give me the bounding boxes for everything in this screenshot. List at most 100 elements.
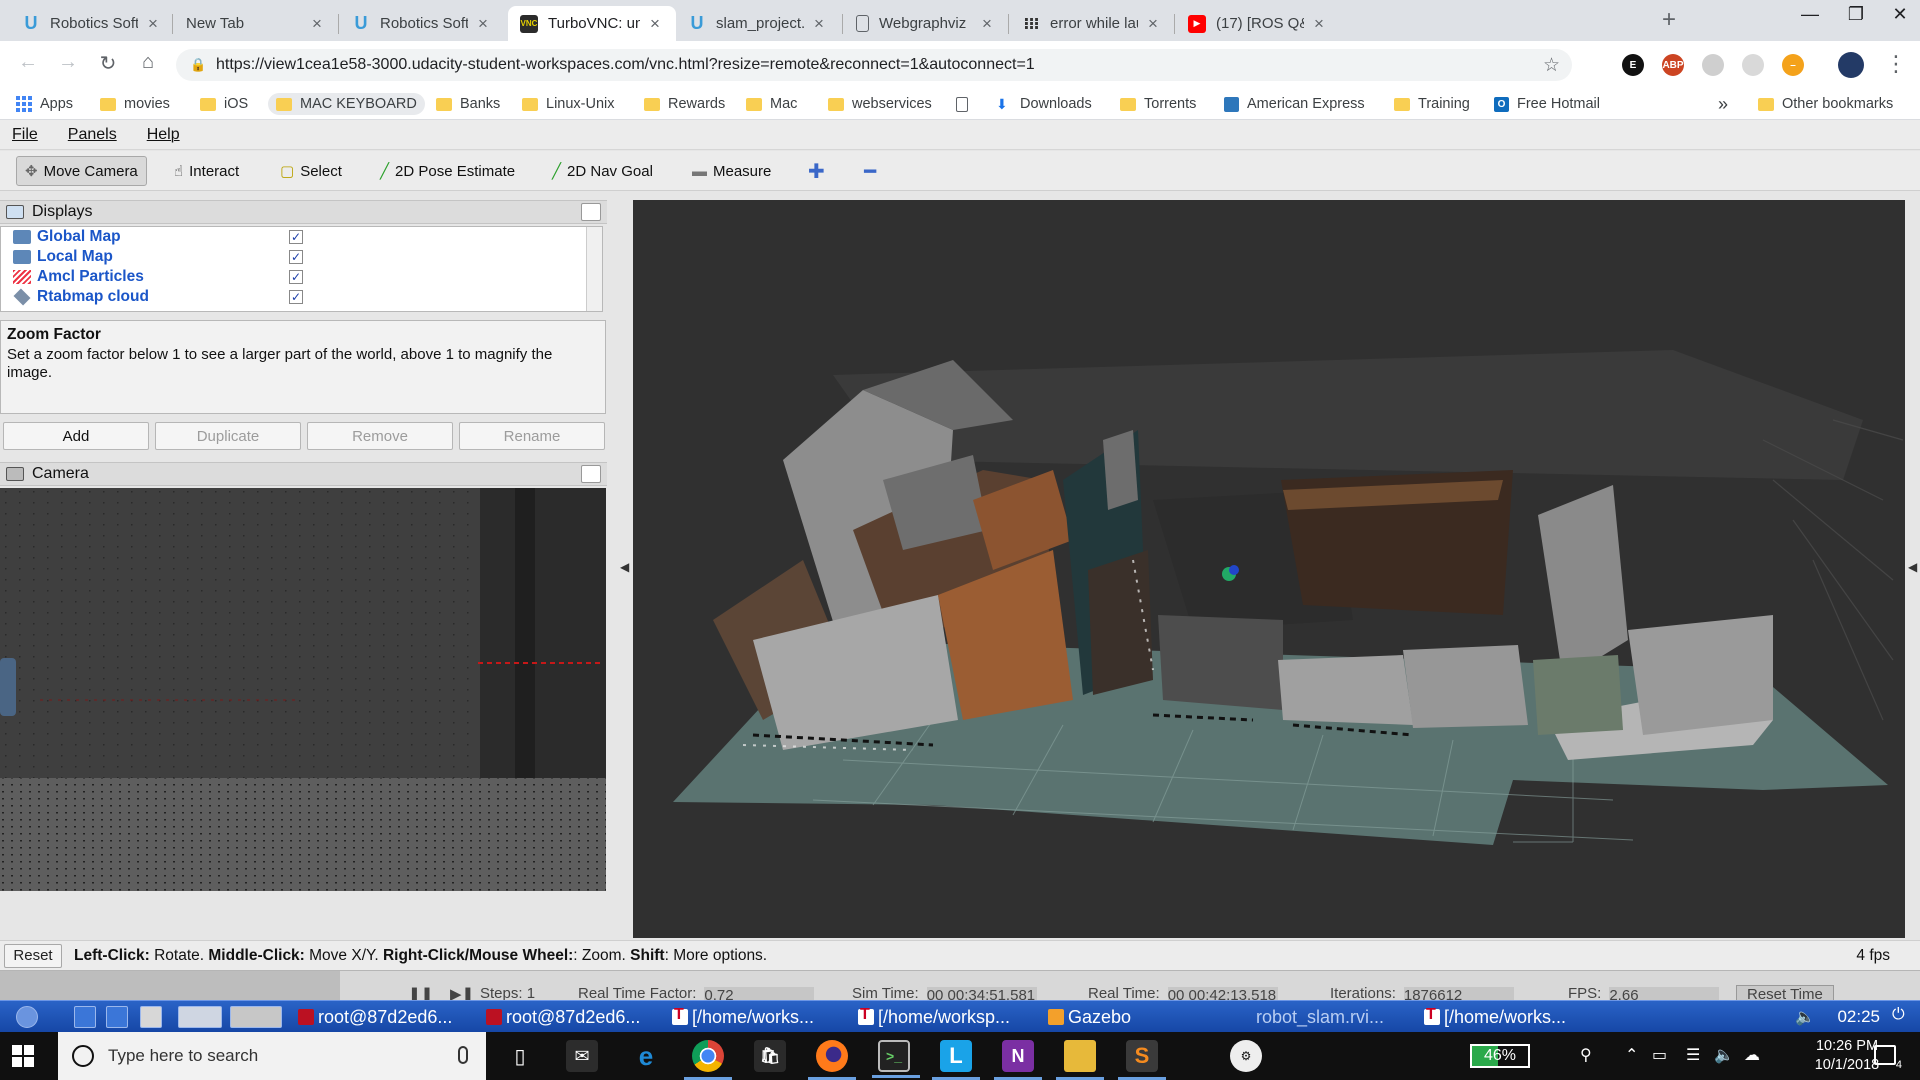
remote-window-button[interactable]: root@87d2ed6...: [298, 1005, 482, 1029]
volume-icon[interactable]: 🔈: [1714, 1045, 1734, 1065]
bookmark-star-icon[interactable]: ☆: [1543, 54, 1560, 77]
bookmark-mac-keyboard[interactable]: MAC KEYBOARD: [268, 93, 425, 115]
display-enabled-checkbox[interactable]: ✓: [289, 250, 303, 264]
task-view-icon[interactable]: ▯: [504, 1040, 536, 1072]
profile-avatar-icon[interactable]: [1838, 52, 1864, 78]
file-explorer-icon[interactable]: [1056, 1040, 1104, 1080]
remote-window-button[interactable]: [/home/works...: [1424, 1005, 1608, 1029]
firefox-icon[interactable]: [808, 1040, 856, 1080]
onedrive-icon[interactable]: ☁: [1744, 1045, 1760, 1065]
bookmark-page[interactable]: [956, 93, 976, 115]
battery-indicator[interactable]: 46%: [1470, 1044, 1530, 1068]
camera-panel-close-box[interactable]: [581, 465, 601, 483]
reset-view-button[interactable]: Reset: [4, 943, 62, 968]
restore-window-icon[interactable]: ❐: [1833, 4, 1879, 25]
collapse-right-arrow-icon[interactable]: ◀: [1908, 560, 1917, 574]
bookmark-free-hotmail[interactable]: O Free Hotmail: [1494, 93, 1600, 115]
remote-start-icon[interactable]: [16, 1006, 38, 1028]
remove-display-button[interactable]: Remove: [307, 422, 453, 450]
display-item-amcl-particles[interactable]: Amcl Particles ✓: [1, 267, 591, 287]
gazebo-pause-icon[interactable]: ❚❚: [408, 985, 433, 1000]
bookmarks-overflow-button[interactable]: »: [1718, 93, 1728, 115]
bookmark-rewards[interactable]: Rewards: [644, 93, 725, 115]
remote-window-button[interactable]: robot_slam.rvi...: [1236, 1005, 1420, 1029]
bookmark-webservices[interactable]: webservices: [828, 93, 932, 115]
reload-button[interactable]: ↻: [94, 51, 122, 76]
tab-close-icon[interactable]: ×: [646, 14, 664, 34]
bookmark-training[interactable]: Training: [1394, 93, 1470, 115]
remote-power-icon[interactable]: ⏻: [1892, 1006, 1905, 1024]
address-bar[interactable]: 🔒 https://view1cea1e58-3000.udacity-stud…: [176, 49, 1572, 81]
workspace-switch-1[interactable]: [178, 1006, 222, 1028]
tool-select[interactable]: ▢ Select: [272, 156, 350, 186]
bookmark-ios[interactable]: iOS: [200, 93, 248, 115]
microphone-icon[interactable]: [458, 1046, 468, 1064]
taskbar-search[interactable]: Type here to search: [58, 1032, 486, 1080]
onenote-icon[interactable]: N: [994, 1040, 1042, 1080]
remote-window-button[interactable]: [/home/works...: [672, 1005, 856, 1029]
collapse-left-arrow-icon[interactable]: ◀: [620, 560, 629, 574]
edge-icon[interactable]: e: [630, 1040, 662, 1072]
wifi-icon[interactable]: ☰: [1686, 1045, 1700, 1065]
browser-tab[interactable]: VNC TurboVNC: unix:1 ×: [508, 6, 676, 41]
show-hidden-icons[interactable]: ⌃: [1625, 1045, 1638, 1065]
tool-measure[interactable]: ▬ Measure: [684, 156, 779, 186]
add-display-button[interactable]: Add: [3, 422, 149, 450]
tab-close-icon[interactable]: ×: [1144, 14, 1162, 34]
extension-minus-icon[interactable]: –: [1782, 54, 1804, 76]
mail-icon[interactable]: ✉: [566, 1040, 598, 1072]
display-item-global-map[interactable]: Global Map ✓: [1, 227, 591, 247]
pdf-extension-icon[interactable]: [1742, 54, 1764, 76]
bookmark-downloads[interactable]: ⬇ Downloads: [996, 93, 1092, 115]
browser-tab[interactable]: Webgraphviz ×: [844, 6, 1008, 41]
tab-close-icon[interactable]: ×: [308, 14, 326, 34]
bookmark-apps[interactable]: Apps: [16, 93, 73, 115]
people-icon[interactable]: ⚲: [1580, 1045, 1592, 1065]
bookmark-mac[interactable]: Mac: [746, 93, 797, 115]
extension-icon[interactable]: [1702, 54, 1724, 76]
tab-close-icon[interactable]: ×: [978, 14, 996, 34]
remove-tool-icon[interactable]: ━: [856, 156, 884, 186]
windows-start-icon[interactable]: [12, 1045, 36, 1067]
forward-button[interactable]: →: [54, 51, 82, 74]
3d-view[interactable]: [633, 200, 1905, 938]
duplicate-display-button[interactable]: Duplicate: [155, 422, 301, 450]
browser-tab[interactable]: U Robotics Software ×: [340, 6, 504, 41]
terminal-icon[interactable]: >_: [872, 1040, 920, 1078]
system-clock[interactable]: 10:26 PM 10/1/2018: [1812, 1037, 1882, 1075]
tab-close-icon[interactable]: ×: [1310, 14, 1328, 34]
chrome-icon[interactable]: [684, 1040, 732, 1080]
new-tab-button[interactable]: +: [1654, 6, 1684, 34]
browser-tab[interactable]: ⁝⁝⁝ error while launchi ×: [1010, 6, 1174, 41]
tab-close-icon[interactable]: ×: [810, 14, 828, 34]
menu-help[interactable]: Help: [141, 126, 186, 144]
close-window-icon[interactable]: ✕: [1877, 4, 1920, 25]
menu-file[interactable]: File: [6, 126, 44, 144]
tool-move-camera[interactable]: ✥ Move Camera: [16, 156, 147, 186]
menu-panels[interactable]: Panels: [62, 126, 123, 144]
quicklaunch-icon-3[interactable]: [140, 1006, 162, 1028]
rename-display-button[interactable]: Rename: [459, 422, 605, 450]
remote-volume-icon[interactable]: 🔈: [1795, 1007, 1815, 1027]
bookmark-banks[interactable]: Banks: [436, 93, 500, 115]
other-bookmarks[interactable]: Other bookmarks: [1758, 93, 1893, 115]
display-enabled-checkbox[interactable]: ✓: [289, 270, 303, 284]
minimize-window-icon[interactable]: —: [1787, 4, 1833, 25]
action-center-icon[interactable]: 4: [1874, 1045, 1902, 1071]
remote-window-button[interactable]: Gazebo: [1048, 1005, 1232, 1029]
vnc-viewer-icon[interactable]: ⚙: [1230, 1040, 1262, 1072]
display-item-local-map[interactable]: Local Map ✓: [1, 247, 591, 267]
browser-tab[interactable]: ▶ (17) [ROS Q&A] Sh ×: [1176, 6, 1340, 41]
quicklaunch-icon-1[interactable]: [74, 1006, 96, 1028]
display-item-rtabmap-cloud[interactable]: Rtabmap cloud ✓: [1, 287, 591, 307]
quicklaunch-icon-2[interactable]: [106, 1006, 128, 1028]
displays-panel-close-box[interactable]: [581, 203, 601, 221]
sublime-text-icon[interactable]: S: [1118, 1040, 1166, 1080]
add-tool-icon[interactable]: ✚: [800, 156, 833, 186]
evernote-icon[interactable]: E: [1622, 54, 1644, 76]
battery-tray-icon[interactable]: ▭: [1652, 1045, 1667, 1065]
tab-close-icon[interactable]: ×: [144, 14, 162, 34]
store-icon[interactable]: 🛍: [754, 1040, 786, 1072]
bookmark-american-express[interactable]: American Express: [1224, 93, 1365, 115]
tool-2d-nav-goal[interactable]: ╱ 2D Nav Goal: [544, 156, 661, 186]
